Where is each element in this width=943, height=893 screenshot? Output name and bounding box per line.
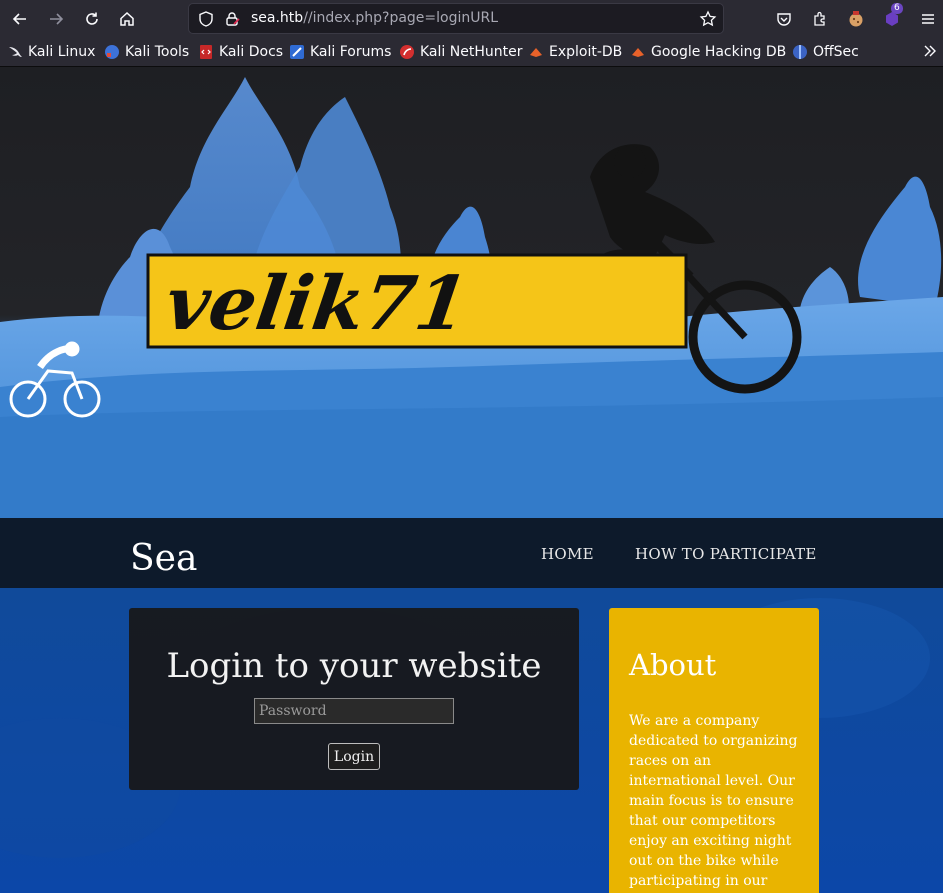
kali-nethunter-icon: [400, 45, 414, 59]
password-input[interactable]: [254, 698, 454, 724]
home-button[interactable]: [114, 6, 140, 32]
chevrons-right-icon: [924, 45, 936, 57]
bookmark-label: Exploit-DB: [549, 44, 623, 60]
about-heading: About: [629, 648, 717, 682]
site-navbar: Sea HOME HOW TO PARTICIPATE: [0, 518, 943, 588]
bookmarks-overflow-button[interactable]: [922, 42, 938, 60]
kali-dragon-icon: [9, 47, 22, 57]
bookmark-kali-tools[interactable]: Kali Tools: [104, 43, 189, 61]
bookmark-label: Google Hacking DB: [651, 44, 787, 60]
bookmark-kali-docs[interactable]: Kali Docs: [198, 43, 283, 61]
hero-banner: velik71: [0, 67, 943, 518]
kali-forums-icon: [290, 45, 304, 59]
bookmarks-bar: Kali Linux Kali Tools Kali Docs Kali For…: [0, 37, 943, 67]
nav-home-link[interactable]: HOME: [541, 545, 594, 563]
forward-button[interactable]: [43, 6, 69, 32]
puzzle-icon: [814, 11, 825, 26]
pocket-icon: [777, 13, 791, 26]
bookmark-label: Kali Forums: [310, 44, 392, 60]
hamburger-menu-icon: [922, 14, 934, 24]
about-panel: About We are a company dedicated to orga…: [609, 608, 819, 893]
url-text: sea.htb//index.php?page=loginURL: [251, 10, 498, 26]
login-title: Login to your website: [166, 646, 542, 686]
bookmark-kali-linux[interactable]: Kali Linux: [7, 43, 95, 61]
tracking-shield-icon[interactable]: [197, 10, 215, 28]
bookmark-label: OffSec: [813, 44, 859, 60]
forest-cyclist-illustration: velik71: [0, 77, 943, 518]
url-host: sea.htb: [251, 10, 304, 26]
extension-badge: 6: [891, 3, 903, 14]
bookmark-label: Kali NetHunter: [420, 44, 523, 60]
kali-tools-icon: [105, 45, 119, 59]
cookie-extension-icon: [849, 11, 863, 27]
bookmark-kali-forums[interactable]: Kali Forums: [289, 43, 391, 61]
url-path: //index.php?page=loginURL: [303, 10, 499, 26]
bookmark-google-hacking-db[interactable]: Google Hacking DB: [630, 43, 786, 61]
about-body: We are a company dedicated to organizing…: [629, 713, 798, 889]
exploit-db-icon: [530, 48, 542, 57]
home-icon: [120, 11, 134, 26]
main-content: Login to your website Login About We are…: [0, 588, 943, 893]
bookmark-kali-nethunter[interactable]: Kali NetHunter: [399, 43, 522, 61]
arrow-right-icon: [50, 13, 64, 25]
extension-cookie-button[interactable]: [843, 6, 869, 32]
logo-text: velik71: [161, 259, 474, 347]
bookmark-star-icon[interactable]: [699, 10, 717, 28]
lock-icon[interactable]: [223, 10, 241, 28]
address-bar[interactable]: sea.htb//index.php?page=loginURL: [188, 3, 724, 34]
kali-docs-icon: [200, 45, 212, 59]
offsec-icon: [793, 45, 807, 59]
bookmark-label: Kali Tools: [125, 44, 190, 60]
extensions-button[interactable]: [807, 6, 833, 32]
browser-toolbar: sea.htb//index.php?page=loginURL 6: [0, 0, 943, 37]
bookmark-exploit-db[interactable]: Exploit-DB: [528, 43, 622, 61]
bookmark-label: Kali Docs: [219, 44, 284, 60]
reload-icon: [86, 12, 98, 25]
bookmark-label: Kali Linux: [28, 44, 96, 60]
extension-hexagon-button[interactable]: 6: [879, 3, 905, 32]
site-title[interactable]: Sea: [130, 538, 197, 579]
menu-button[interactable]: [915, 6, 941, 32]
login-panel: Login to your website Login: [129, 608, 579, 790]
web-page: velik71 Sea HOME HOW TO PARTICIPATE Logi…: [0, 67, 943, 893]
login-button[interactable]: Login: [328, 743, 380, 770]
ghdb-icon: [632, 48, 644, 57]
reload-button[interactable]: [79, 6, 105, 32]
nav-how-to-participate-link[interactable]: HOW TO PARTICIPATE: [635, 545, 817, 563]
velik71-logo: velik71: [146, 253, 688, 349]
bookmark-offsec[interactable]: OffSec: [792, 43, 859, 61]
back-button[interactable]: [7, 6, 33, 32]
arrow-left-icon: [12, 13, 26, 25]
pocket-button[interactable]: [771, 6, 797, 32]
